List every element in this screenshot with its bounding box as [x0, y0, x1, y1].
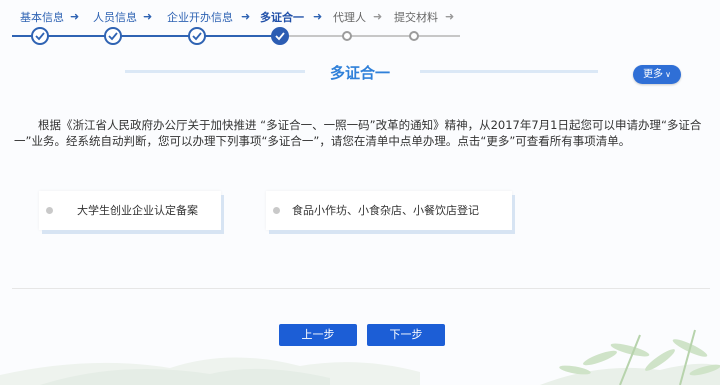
step-complete-check-icon — [31, 27, 49, 45]
step-label-personnel-info: 人员信息 — [93, 11, 137, 24]
step-complete-check-icon — [104, 27, 122, 45]
more-button[interactable]: 更多 ∨ — [633, 65, 681, 84]
item-label: 大学生创业企业认定备案 — [77, 204, 198, 217]
step-pending-circle-icon — [409, 31, 419, 41]
step-label-agent: 代理人 — [333, 11, 366, 24]
arrow-right-icon: ➜ — [143, 10, 153, 23]
arrow-right-icon: ➜ — [373, 10, 383, 23]
arrow-right-icon: ➜ — [70, 10, 80, 23]
step-label-multi-cert: 多证合一 — [260, 11, 304, 24]
progress-line-done — [12, 35, 280, 37]
intro-paragraph: 根据《浙江省人民政府办公厅关于加快推进 “多证合一、一照一码”改革的通知》精神，… — [14, 118, 702, 148]
item-card-college-startup[interactable]: 大学生创业企业认定备案 — [39, 191, 221, 230]
bullet-dot-icon — [273, 207, 280, 214]
next-step-button[interactable]: 下一步 — [367, 324, 445, 346]
item-card-food-workshop[interactable]: 食品小作坊、小食杂店、小餐饮店登记 — [266, 191, 512, 230]
bullet-dot-icon — [46, 207, 53, 214]
title-decor-line-right — [420, 70, 598, 73]
step-label-submit-materials: 提交材料 — [394, 11, 438, 24]
progress-line-pending — [280, 35, 460, 37]
chevron-down-icon: ∨ — [665, 70, 671, 79]
step-complete-check-icon — [188, 27, 206, 45]
bamboo-landscape-decoration — [0, 329, 720, 385]
more-button-label: 更多 — [643, 69, 664, 80]
step-label-basic-info: 基本信息 — [20, 11, 64, 24]
arrow-right-icon: ➜ — [241, 10, 251, 23]
title-decor-line-left — [125, 70, 305, 73]
prev-step-button[interactable]: 上一步 — [279, 324, 357, 346]
item-label: 食品小作坊、小食杂店、小餐饮店登记 — [292, 204, 479, 217]
divider — [12, 288, 710, 289]
step-label-company-info: 企业开办信息 — [167, 11, 233, 24]
step-current-check-icon — [271, 27, 289, 45]
page-title: 多证合一 — [329, 64, 390, 82]
step-pending-circle-icon — [342, 31, 352, 41]
arrow-right-icon: ➜ — [445, 10, 455, 23]
arrow-right-icon: ➜ — [313, 10, 323, 23]
progress-stepper: 基本信息 ➜ 人员信息 ➜ 企业开办信息 ➜ 多证合一 ➜ 代理人 ➜ 提交材料… — [0, 0, 720, 50]
